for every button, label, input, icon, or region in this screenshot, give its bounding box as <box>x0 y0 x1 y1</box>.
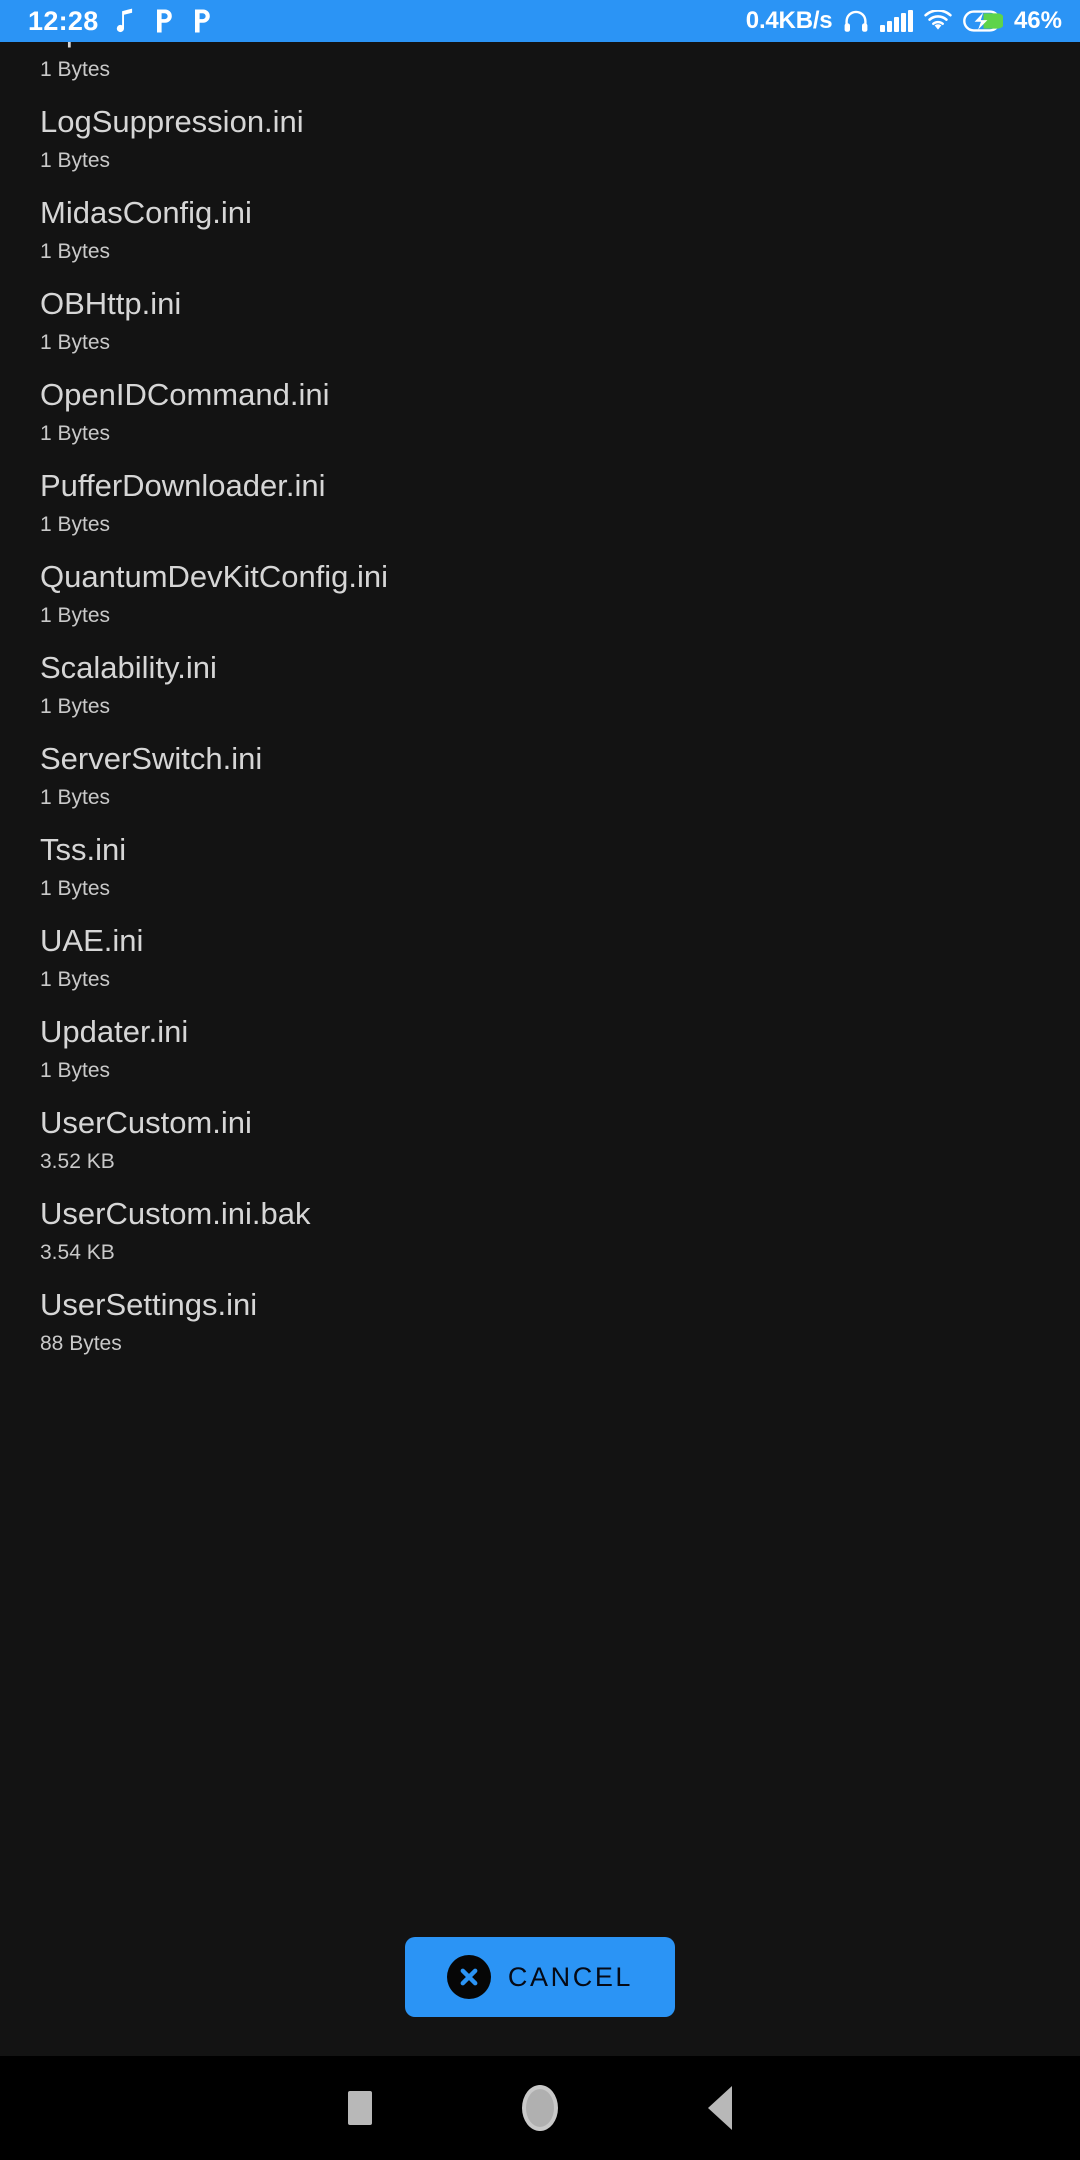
file-row[interactable]: OpenIDCommand.ini 1 Bytes <box>0 372 1080 463</box>
status-clock: 12:28 <box>28 5 99 36</box>
file-name: Input.ini <box>40 42 1040 54</box>
file-size: 1 Bytes <box>40 1059 111 1082</box>
back-button[interactable] <box>630 2056 810 2160</box>
file-row[interactable]: PufferDownloader.ini 1 Bytes <box>0 463 1080 554</box>
file-row[interactable]: Updater.ini 1 Bytes <box>0 1009 1080 1100</box>
file-row[interactable]: MidasConfig.ini 1 Bytes <box>0 190 1080 281</box>
file-size: 1 Bytes <box>40 240 111 263</box>
cancel-button-label: CANCEL <box>507 1961 634 1992</box>
file-row[interactable]: QuantumDevKitConfig.ini 1 Bytes <box>0 554 1080 645</box>
file-name: PufferDownloader.ini <box>40 468 326 503</box>
signal-bars-icon <box>880 10 913 32</box>
file-size: 1 Bytes <box>40 513 111 536</box>
file-name: UserSettings.ini <box>40 1287 258 1322</box>
file-list-inner: Input.ini 1 Bytes LogSuppression.ini 1 Byte… <box>0 42 1080 1373</box>
file-name: MidasConfig.ini <box>40 195 252 230</box>
file-size: 1 Bytes <box>40 149 111 172</box>
home-circle-icon <box>522 2085 558 2131</box>
file-name: Scalability.ini <box>40 650 217 685</box>
file-row[interactable]: ServerSwitch.ini 1 Bytes <box>0 736 1080 827</box>
file-name: ServerSwitch.ini <box>40 741 263 776</box>
file-size: 1 Bytes <box>40 968 111 991</box>
file-name: LogSuppression.ini <box>40 104 304 139</box>
file-name: UserCustom.ini <box>40 1105 252 1140</box>
file-row[interactable]: UAE.ini 1 Bytes <box>0 918 1080 1009</box>
file-row[interactable]: UserCustom.ini.bak 3.54 KB <box>0 1191 1080 1282</box>
recents-square-icon <box>348 2091 372 2125</box>
back-triangle-icon <box>708 2086 732 2130</box>
app-badge-p-two-icon <box>191 8 213 34</box>
file-size: 1 Bytes <box>40 604 111 627</box>
file-row[interactable]: Tss.ini 1 Bytes <box>0 827 1080 918</box>
file-size: 1 Bytes <box>40 695 111 718</box>
file-name: UAE.ini <box>40 923 144 958</box>
action-bar: CANCEL <box>0 1916 1080 2056</box>
file-size: 1 Bytes <box>40 331 111 354</box>
file-size: 1 Bytes <box>40 786 111 809</box>
status-bar: 12:28 0.4KB/s 46% <box>0 0 1080 42</box>
file-size: 1 Bytes <box>40 422 111 445</box>
recents-button[interactable] <box>270 2056 450 2160</box>
music-note-icon <box>115 8 137 34</box>
file-list[interactable]: Input.ini 1 Bytes LogSuppression.ini 1 Byte… <box>0 42 1080 1916</box>
file-size: 1 Bytes <box>40 877 111 900</box>
file-size: 1 Bytes <box>40 58 111 81</box>
file-size: 3.52 KB <box>40 1150 115 1173</box>
file-name: OBHttp.ini <box>40 286 182 321</box>
network-speed-text: 0.4KB/s <box>745 7 833 34</box>
app-badge-p-one-icon <box>153 8 175 34</box>
file-name: OpenIDCommand.ini <box>40 377 330 412</box>
close-circle-icon <box>446 1955 491 1999</box>
file-row[interactable]: UserCustom.ini 3.52 KB <box>0 1100 1080 1191</box>
wifi-icon <box>924 10 952 32</box>
status-bar-right: 0.4KB/s 46% <box>746 7 1062 35</box>
home-button[interactable] <box>450 2056 630 2160</box>
file-row[interactable]: LogSuppression.ini 1 Bytes <box>0 99 1080 190</box>
status-bar-left: 12:28 <box>28 5 213 36</box>
headphone-icon <box>843 8 869 34</box>
file-name: Tss.ini <box>40 832 127 867</box>
battery-charging-icon <box>963 9 1003 33</box>
phone-screen: 12:28 0.4KB/s 46% 1 Bytes LogSuppression… <box>0 0 1080 2160</box>
file-row[interactable]: Input.ini 1 Bytes <box>0 42 1080 99</box>
file-name: Updater.ini <box>40 1014 189 1049</box>
file-row[interactable]: Scalability.ini 1 Bytes <box>0 645 1080 736</box>
file-name: UserCustom.ini.bak <box>40 1196 311 1231</box>
cancel-button[interactable]: CANCEL <box>405 1937 675 2017</box>
file-size: 3.54 KB <box>40 1241 115 1264</box>
file-name: QuantumDevKitConfig.ini <box>40 559 389 594</box>
file-row[interactable]: OBHttp.ini 1 Bytes <box>0 281 1080 372</box>
file-row[interactable]: UserSettings.ini 88 Bytes <box>0 1282 1080 1373</box>
battery-percent-text: 46% <box>1013 7 1062 34</box>
navigation-bar <box>0 2056 1080 2160</box>
file-size: 88 Bytes <box>40 1332 122 1355</box>
